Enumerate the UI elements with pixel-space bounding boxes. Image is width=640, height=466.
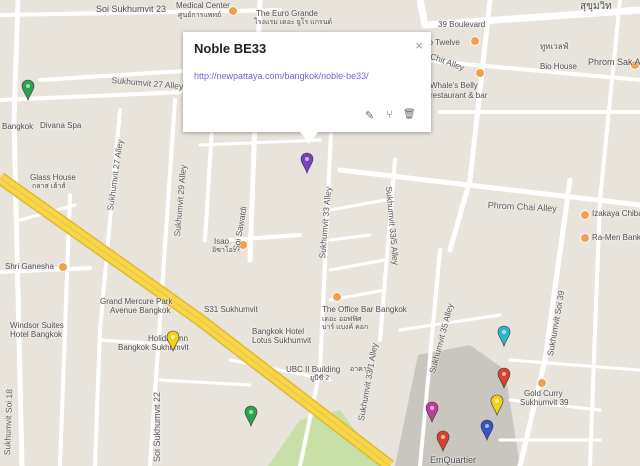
label-glass: Glass House [30, 173, 76, 182]
delete-icon[interactable]: 🗑 [403, 109, 416, 120]
label-road-s18: Sukhumvit Soi 18 [2, 388, 15, 456]
label-grand1: Grand Mercure Park [100, 297, 173, 306]
poi-twelve-icon[interactable] [470, 36, 480, 46]
pin-red-1[interactable] [497, 367, 511, 389]
pin-green-1[interactable] [21, 79, 35, 101]
info-window: Noble BE33 × http://newpattaya.com/bangk… [183, 32, 431, 144]
label-ramen: Ra-Men Bankara [592, 233, 640, 242]
info-window-link[interactable]: http://newpattaya.com/bangkok/noble-be33… [194, 71, 369, 81]
label-s31: S31 Sukhumvit [204, 305, 258, 314]
poi-whale-icon[interactable] [475, 68, 485, 78]
label-emq: EmQuartier [430, 455, 477, 465]
label-glass-th: กลาส เฮ้าส์ [32, 183, 66, 190]
label-soi23: Soi Sukhumvit 23 [96, 4, 167, 14]
label-izakaya: Izakaya Chiba-C [592, 209, 640, 218]
label-blvd39: 39 Boulevard [438, 20, 486, 29]
label-office-th2: บาร์ แบงค์ คอก [322, 324, 369, 331]
label-phrom-sak: Phrom Sak A [588, 57, 640, 67]
label-ubc-th2: ยูบีซี 2 [310, 375, 330, 382]
pin-green-2[interactable] [244, 405, 258, 427]
pin-red-2[interactable] [436, 430, 450, 452]
label-windsor2: Hotel Bangkok [10, 330, 63, 339]
pin-yellow-1[interactable] [166, 330, 180, 352]
label-bio: Bio House [540, 62, 577, 71]
pin-purple-noble[interactable] [300, 152, 314, 174]
label-bangkok: Bangkok [2, 122, 34, 131]
label-shri: Shri Ganesha [5, 262, 54, 271]
edit-icon[interactable]: ✎ [365, 109, 374, 122]
pin-yellow-2[interactable] [490, 394, 504, 416]
poi-office-icon[interactable] [332, 292, 342, 302]
label-gold2: Sukhumvit 39 [520, 398, 569, 407]
pin-blue[interactable] [480, 419, 494, 441]
label-lotus2: Lotus Sukhumvit [252, 336, 312, 345]
pin-magenta[interactable] [425, 401, 439, 423]
label-euro: The Euro Grande [256, 9, 318, 18]
label-windsor1: Windsor Suites [10, 321, 64, 330]
poi-izakaya-icon[interactable] [580, 210, 590, 220]
style-icon[interactable]: ⑂ [386, 109, 393, 121]
label-ubc: UBC II Building [286, 365, 341, 374]
pin-cyan[interactable] [497, 325, 511, 347]
info-window-title: Noble BE33 [194, 41, 267, 56]
label-grand2: Avenue Bangkok [110, 306, 171, 315]
label-sukh-th: สุขุมวิท [580, 1, 612, 12]
poi-gold-icon[interactable] [537, 378, 547, 388]
label-office: The Office Bar Bangkok [322, 305, 407, 314]
label-road-s22: Soi Sukhumvit 22 [152, 391, 162, 462]
label-isao: Isao [214, 237, 230, 246]
label-medical: Medical Center [176, 1, 230, 10]
poi-shri-icon[interactable] [58, 262, 68, 272]
label-lotus1: Bangkok Hotel [252, 327, 305, 336]
label-euro-th: โรงแรม เดอะ ยูโร แกรนด์ [254, 19, 333, 26]
label-gold1: Gold Curry [524, 389, 563, 398]
label-whale: Whale's Belly [430, 81, 478, 90]
label-whale2: restaurant & bar [430, 91, 488, 100]
label-medical-th: ศูนย์การแพทย์ [178, 12, 222, 19]
poi-ramen-icon[interactable] [580, 233, 590, 243]
label-twelve-th: ทูทเวลฟ์ [540, 42, 569, 51]
label-office-th: เดอะ ออฟฟิศ [322, 316, 362, 323]
close-icon[interactable]: × [415, 38, 423, 53]
label-divana: Divana Spa [40, 121, 82, 130]
